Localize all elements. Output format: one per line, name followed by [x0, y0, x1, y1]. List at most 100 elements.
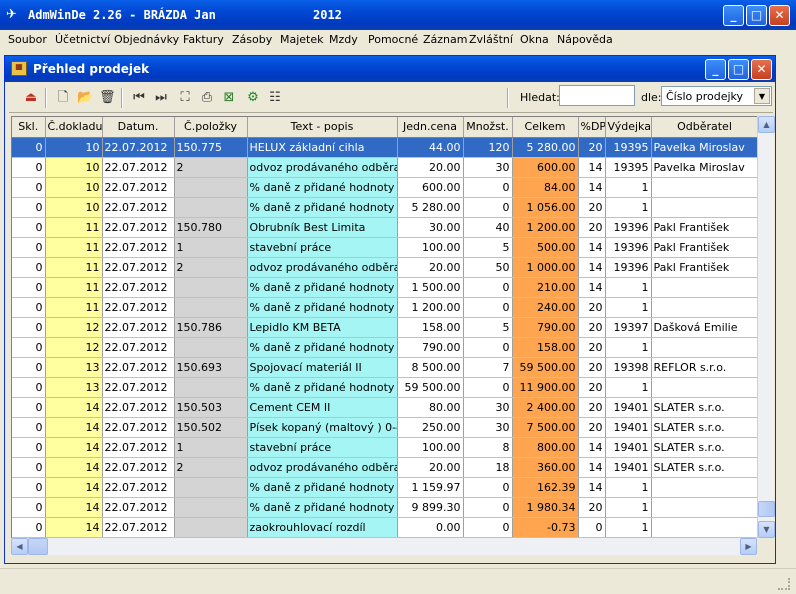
cell-unit-price[interactable]: 600.00 [397, 177, 464, 198]
table-row[interactable]: 0 12 22.07.2012% daně z přidané hodnoty z7… [12, 337, 757, 358]
cell-vat[interactable]: 14 [578, 277, 606, 298]
menu-soubor[interactable]: Soubor [8, 33, 47, 46]
cell-total[interactable]: 240.00 [512, 297, 579, 318]
cell-skl[interactable]: 0 [12, 157, 46, 178]
cell-total[interactable]: 162.39 [512, 477, 579, 498]
cell-vat[interactable]: 20 [578, 317, 606, 338]
cell-item-no[interactable]: 150.780 [174, 217, 248, 238]
cell-doc-no[interactable]: 10 [45, 197, 103, 218]
cell-text[interactable]: % daně z přidané hodnoty z [247, 177, 398, 198]
cell-vat[interactable]: 14 [578, 477, 606, 498]
col-header-item-no[interactable]: Č.položky [174, 117, 248, 138]
cell-total[interactable]: 1 200.00 [512, 217, 579, 238]
cell-customer[interactable] [651, 297, 757, 318]
cell-issue[interactable]: 19396 [605, 217, 652, 238]
cell-quantity[interactable]: 40 [463, 217, 513, 238]
cell-customer[interactable]: Pakl František [651, 217, 757, 238]
cell-total[interactable]: 210.00 [512, 277, 579, 298]
cell-text[interactable]: stavební práce [247, 437, 398, 458]
cell-skl[interactable]: 0 [12, 337, 46, 358]
cell-doc-no[interactable]: 10 [45, 177, 103, 198]
cell-vat[interactable]: 14 [578, 177, 606, 198]
cell-issue[interactable]: 19398 [605, 357, 652, 378]
search-by-select[interactable]: Číslo prodejky ▼ [661, 86, 772, 106]
minimize-button[interactable]: _ [723, 5, 744, 26]
cell-text[interactable]: Písek kopaný (maltový ) 0-4mm [247, 417, 398, 438]
cell-skl[interactable]: 0 [12, 317, 46, 338]
cell-vat[interactable]: 20 [578, 357, 606, 378]
menu-mzdy[interactable]: Mzdy [329, 33, 358, 46]
cell-issue[interactable]: 1 [605, 497, 652, 518]
cell-item-no[interactable] [174, 337, 248, 358]
last-record-icon[interactable]: ⏭ [153, 90, 169, 106]
cell-total[interactable]: 59 500.00 [512, 357, 579, 378]
cell-item-no[interactable] [174, 477, 248, 498]
search-input[interactable] [559, 85, 635, 106]
cell-doc-no[interactable]: 14 [45, 477, 103, 498]
cell-quantity[interactable]: 5 [463, 317, 513, 338]
cell-unit-price[interactable]: 5 280.00 [397, 197, 464, 218]
cell-issue[interactable]: 19396 [605, 257, 652, 278]
cell-date[interactable]: 22.07.2012 [102, 417, 175, 438]
cell-date[interactable]: 22.07.2012 [102, 457, 175, 478]
cell-vat[interactable]: 20 [578, 297, 606, 318]
cell-doc-no[interactable]: 11 [45, 237, 103, 258]
cell-quantity[interactable]: 0 [463, 377, 513, 398]
cell-vat[interactable]: 20 [578, 217, 606, 238]
table-row[interactable]: 01422.07.20122odvoz prodávaného odběrate… [12, 457, 757, 478]
cell-doc-no[interactable]: 14 [45, 457, 103, 478]
cell-quantity[interactable]: 0 [463, 477, 513, 498]
menu-pomocne[interactable]: Pomocné [368, 33, 418, 46]
cell-quantity[interactable]: 18 [463, 457, 513, 478]
cell-quantity[interactable]: 0 [463, 517, 513, 538]
cell-unit-price[interactable]: 790.00 [397, 337, 464, 358]
cell-issue[interactable]: 1 [605, 377, 652, 398]
cell-skl[interactable]: 0 [12, 257, 46, 278]
child-close-button[interactable]: ✕ [751, 59, 772, 80]
cell-date[interactable]: 22.07.2012 [102, 477, 175, 498]
cell-text[interactable]: % daně z přidané hodnoty z [247, 497, 398, 518]
maximize-button[interactable]: □ [746, 5, 767, 26]
cell-unit-price[interactable]: 158.00 [397, 317, 464, 338]
cell-date[interactable]: 22.07.2012 [102, 217, 175, 238]
cell-total[interactable]: 11 900.00 [512, 377, 579, 398]
scroll-down-icon[interactable]: ▼ [758, 521, 775, 538]
cell-customer[interactable]: REFLOR s.r.o. [651, 357, 757, 378]
menu-objednavky[interactable]: Objednávky [114, 33, 179, 46]
cell-text[interactable]: Cement CEM II [247, 397, 398, 418]
cell-item-no[interactable] [174, 497, 248, 518]
table-row[interactable]: 0 14 22.07.2012% daně z přidané hodnoty z1… [12, 477, 757, 498]
cell-unit-price[interactable]: 250.00 [397, 417, 464, 438]
cell-item-no[interactable]: 2 [174, 457, 248, 478]
cell-customer[interactable] [651, 497, 757, 518]
cell-customer[interactable] [651, 377, 757, 398]
cell-issue[interactable]: 1 [605, 197, 652, 218]
cell-skl[interactable]: 0 [12, 237, 46, 258]
table-row[interactable]: 0 14 22.07.2012% daně z přidané hodnoty z9… [12, 497, 757, 518]
cell-skl[interactable]: 0 [12, 377, 46, 398]
cell-vat[interactable]: 14 [578, 237, 606, 258]
cell-skl[interactable]: 0 [12, 217, 46, 238]
cell-item-no[interactable] [174, 297, 248, 318]
cell-text[interactable]: Lepidlo KM BETA [247, 317, 398, 338]
cell-customer[interactable]: SLATER s.r.o. [651, 437, 757, 458]
scroll-right-icon[interactable]: ▶ [740, 538, 757, 555]
table-row[interactable]: 01122.07.20122odvoz prodávaného odběrate… [12, 257, 757, 278]
horizontal-scroll-thumb[interactable] [28, 538, 48, 555]
table-row[interactable]: 0 11 22.07.2012% daně z přidané hodnoty z1… [12, 297, 757, 318]
cell-quantity[interactable]: 0 [463, 297, 513, 318]
cell-text[interactable]: odvoz prodávaného odběrateli [247, 157, 398, 178]
cell-total[interactable]: 1 980.34 [512, 497, 579, 518]
cell-issue[interactable]: 1 [605, 337, 652, 358]
cell-doc-no[interactable]: 10 [45, 157, 103, 178]
cell-unit-price[interactable]: 44.00 [397, 137, 464, 158]
cell-total[interactable]: 84.00 [512, 177, 579, 198]
run-icon[interactable]: ⚙ [245, 90, 261, 106]
cell-doc-no[interactable]: 12 [45, 337, 103, 358]
cell-unit-price[interactable]: 59 500.00 [397, 377, 464, 398]
cell-total[interactable]: 1 056.00 [512, 197, 579, 218]
cell-text[interactable]: % daně z přidané hodnoty z [247, 297, 398, 318]
menu-zvlastni[interactable]: Zvláštní [469, 33, 513, 46]
cell-text[interactable]: Obrubník Best Limita [247, 217, 398, 238]
cell-doc-no[interactable]: 14 [45, 437, 103, 458]
